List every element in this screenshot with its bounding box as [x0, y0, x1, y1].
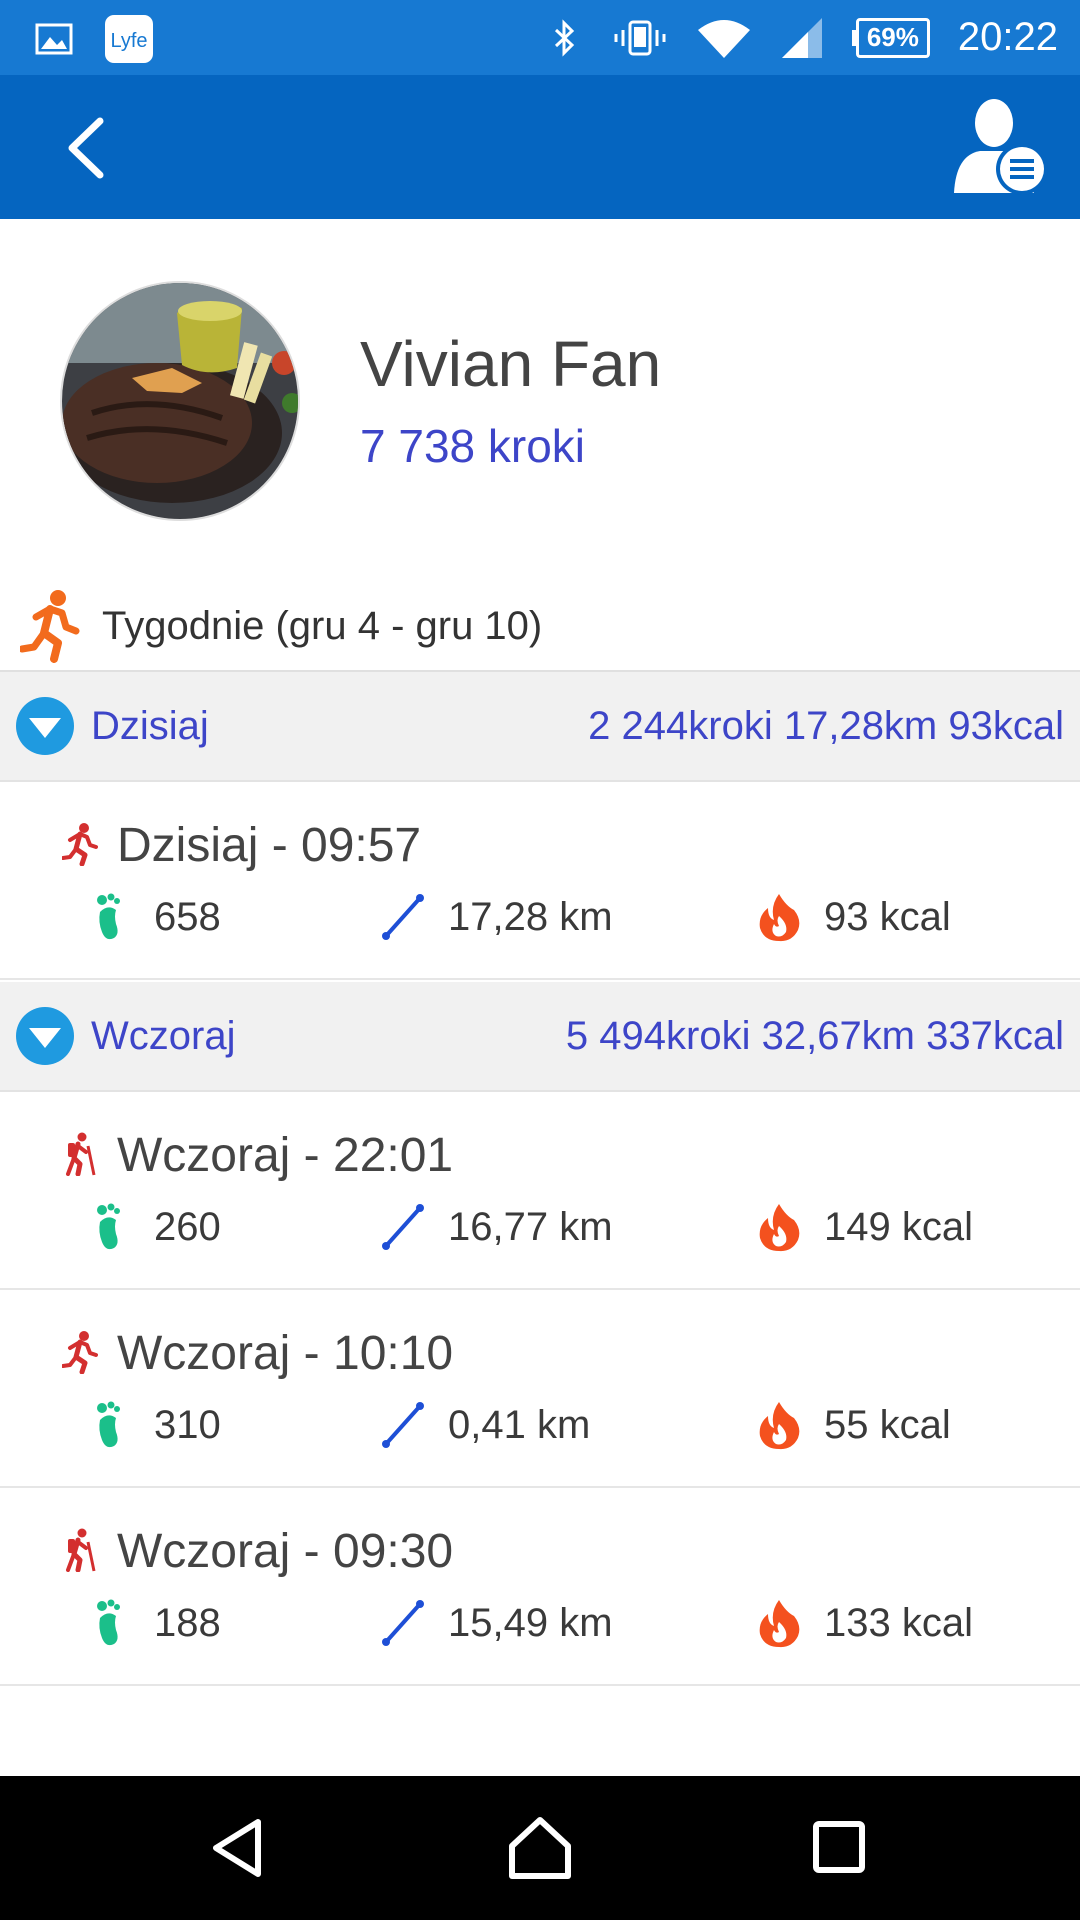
entry-distance: 16,77 km [380, 1202, 613, 1252]
app-bar [0, 75, 1080, 219]
group-header-today[interactable]: Dzisiaj 2 244kroki 17,28km 93kcal [0, 672, 1080, 782]
nav-home-button[interactable] [504, 1812, 576, 1884]
entry-steps: 310 [86, 1400, 221, 1450]
entry-title: Wczoraj - 22:01 [117, 1129, 454, 1182]
system-nav-bar [0, 1776, 1080, 1920]
chevron-down-icon [16, 697, 74, 755]
bluetooth-icon [554, 18, 574, 57]
vibrate-icon [614, 20, 666, 55]
distance-icon [382, 1402, 424, 1448]
recents-square-icon [813, 1821, 865, 1873]
running-person-icon [62, 823, 98, 866]
user-menu-icon [954, 99, 1048, 195]
home-icon [509, 1817, 571, 1879]
user-name: Vivian Fan [360, 328, 662, 400]
entry-calories: 133 kcal [756, 1598, 973, 1648]
back-button[interactable] [56, 113, 116, 183]
nav-back-button[interactable] [204, 1812, 276, 1884]
activity-entry[interactable]: Wczoraj - 10:10 310 0,41 km 55 kcal [0, 1290, 1080, 1488]
group-summary: 5 494kroki 32,67km 337kcal [565, 1013, 1064, 1058]
wifi-icon [697, 19, 750, 58]
entry-title: Wczoraj - 10:10 [117, 1327, 454, 1380]
chevron-left-icon [68, 117, 104, 179]
user-total-steps: 7 738 kroki [360, 420, 586, 472]
entry-distance: 15,49 km [380, 1598, 613, 1648]
user-menu-button[interactable] [950, 97, 1050, 197]
chevron-down-icon [16, 1007, 74, 1065]
entry-distance: 0,41 km [380, 1400, 590, 1450]
footprint-icon [97, 1203, 120, 1250]
svg-text:Lyfe: Lyfe [110, 30, 147, 52]
flame-icon [759, 1204, 800, 1252]
nav-recents-button[interactable] [804, 1812, 876, 1884]
profile-header: Vivian Fan 7 738 kroki [0, 219, 1080, 559]
distance-value: 15,49 km [448, 1600, 613, 1645]
activity-entry[interactable]: Wczoraj - 22:01 260 16,77 km 149 kcal [0, 1092, 1080, 1290]
entry-distance: 17,28 km [380, 892, 613, 942]
distance-icon [382, 894, 424, 940]
status-bar: Lyfe 69% 20:22 [0, 0, 1080, 75]
group-title: Wczoraj [91, 1013, 236, 1058]
running-person-icon [62, 1331, 98, 1374]
steps-value: 310 [154, 1402, 221, 1447]
signal-icon [781, 17, 822, 58]
activity-entry[interactable]: Wczoraj - 09:30 188 15,49 km 133 kcal [0, 1488, 1080, 1686]
steps-value: 260 [154, 1204, 221, 1249]
week-range-row[interactable]: Tygodnie (gru 4 - gru 10) [0, 582, 1080, 672]
battery-percent: 69% [855, 17, 930, 58]
hiking-person-icon [66, 1132, 96, 1176]
entry-steps: 188 [86, 1598, 221, 1648]
calories-value: 133 kcal [824, 1600, 973, 1645]
hiking-person-icon [66, 1528, 96, 1572]
calories-value: 93 kcal [824, 894, 951, 939]
entry-title: Dzisiaj - 09:57 [117, 819, 422, 872]
footprint-icon [97, 1599, 120, 1646]
group-summary: 2 244kroki 17,28km 93kcal [588, 703, 1064, 748]
image-icon [35, 23, 73, 55]
flame-icon [759, 894, 800, 942]
flame-icon [759, 1402, 800, 1450]
group-title: Dzisiaj [91, 703, 209, 748]
status-time: 20:22 [957, 15, 1058, 59]
back-triangle-icon [213, 1819, 261, 1877]
entry-title: Wczoraj - 09:30 [117, 1525, 454, 1578]
steps-value: 188 [154, 1600, 221, 1645]
distance-icon [382, 1204, 424, 1250]
calories-value: 149 kcal [824, 1204, 973, 1249]
entry-steps: 658 [86, 892, 221, 942]
distance-value: 16,77 km [448, 1204, 613, 1249]
steps-value: 658 [154, 894, 221, 939]
footprint-icon [97, 893, 120, 940]
running-person-icon [20, 590, 80, 663]
entry-steps: 260 [86, 1202, 221, 1252]
distance-value: 17,28 km [448, 894, 613, 939]
entry-calories: 55 kcal [756, 1400, 951, 1450]
calories-value: 55 kcal [824, 1402, 951, 1447]
flame-icon [759, 1600, 800, 1648]
entry-calories: 93 kcal [756, 892, 951, 942]
avatar[interactable] [60, 281, 300, 521]
entry-calories: 149 kcal [756, 1202, 973, 1252]
lyfe-app-icon: Lyfe [105, 15, 153, 63]
distance-icon [382, 1600, 424, 1646]
week-range-label: Tygodnie (gru 4 - gru 10) [102, 603, 543, 648]
battery-icon: 69% [851, 17, 930, 58]
distance-value: 0,41 km [448, 1402, 591, 1447]
activity-entry[interactable]: Dzisiaj - 09:57 658 17,28 km 93 kcal [0, 782, 1080, 980]
group-header-yesterday[interactable]: Wczoraj 5 494kroki 32,67km 337kcal [0, 982, 1080, 1092]
footprint-icon [97, 1401, 120, 1448]
